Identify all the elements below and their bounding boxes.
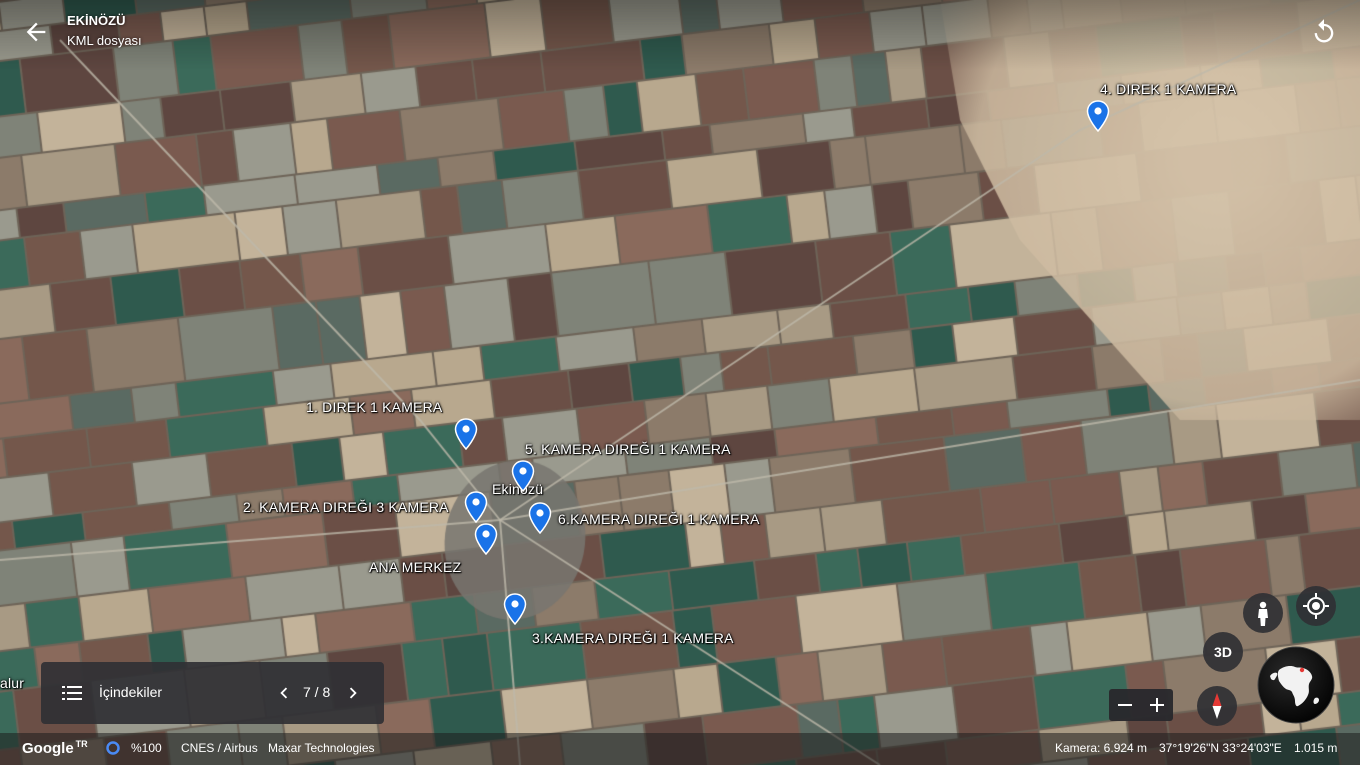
chevron-left-icon[interactable] [273, 682, 295, 704]
partial-place-label: alur [0, 675, 25, 691]
pegman-button[interactable] [1243, 593, 1283, 633]
page-indicator: 7 / 8 [303, 684, 331, 700]
map-pin-icon[interactable] [464, 491, 488, 523]
compass-icon [1212, 693, 1222, 719]
globe-icon[interactable] [1257, 646, 1335, 724]
pegman-icon [1258, 601, 1268, 626]
my-location-icon [1303, 593, 1329, 619]
imagery-credits: CNES / Airbus [181, 741, 258, 755]
map-pin-icon[interactable] [474, 523, 498, 555]
list-icon[interactable] [62, 684, 82, 702]
toc-label[interactable]: İçindekiler [99, 684, 162, 700]
3d-toggle-button[interactable]: 3D [1203, 632, 1243, 672]
elevation: 1.015 m [1294, 741, 1338, 755]
google-wordmark: Google [22, 740, 74, 757]
placemark-label-4[interactable]: 4. DIREK 1 KAMERA [1100, 81, 1236, 97]
imagery-credits-2: Maxar Technologies [268, 741, 375, 755]
top-bar: EKİNÖZÜ KML dosyası [0, 0, 1360, 64]
placemark-label-1[interactable]: 1. DIREK 1 KAMERA [306, 399, 442, 415]
minus-icon[interactable] [1109, 689, 1141, 721]
reset-rotation-icon[interactable] [1310, 18, 1338, 46]
chevron-right-icon[interactable] [342, 682, 364, 704]
map-pin-icon[interactable] [528, 502, 552, 534]
table-of-contents-panel[interactable]: İçindekiler 7 / 8 [41, 662, 384, 724]
placemark-label-6[interactable]: 6.KAMERA DIREĞI 1 KAMERA [558, 511, 760, 527]
plus-icon[interactable] [1141, 689, 1173, 721]
compass-button[interactable] [1197, 686, 1237, 726]
satellite-map[interactable] [0, 0, 1360, 765]
placemark-label-5[interactable]: 5. KAMERA DIREĞI 1 KAMERA [525, 441, 731, 457]
status-bar: Google TR %100 CNES / Airbus Maxar Techno… [0, 733, 1360, 765]
ana-merkez-label: ANA MERKEZ [369, 559, 462, 575]
data-quality-value: %100 [131, 741, 162, 755]
placemark-label-2[interactable]: 2. KAMERA DIREĞI 3 KAMERA [243, 499, 449, 515]
placemark-label-3[interactable]: 3.KAMERA DIREĞI 1 KAMERA [532, 630, 734, 646]
google-logo: Google TR [22, 739, 88, 757]
my-location-button[interactable] [1296, 586, 1336, 626]
document-subtitle: KML dosyası [67, 33, 142, 48]
document-title: EKİNÖZÜ [67, 13, 126, 28]
data-loading-ring-icon [106, 741, 120, 755]
back-arrow-icon[interactable] [22, 18, 50, 46]
map-pin-icon[interactable] [503, 593, 527, 625]
map-pin-icon[interactable] [1086, 100, 1110, 132]
coordinates: 37°19'26"N 33°24'03"E [1159, 741, 1282, 755]
camera-altitude: Kamera: 6.924 m [1055, 741, 1148, 755]
map-pin-icon[interactable] [511, 460, 535, 492]
zoom-controls [1109, 689, 1173, 721]
region-code: TR [75, 739, 88, 749]
map-pin-icon[interactable] [454, 418, 478, 450]
